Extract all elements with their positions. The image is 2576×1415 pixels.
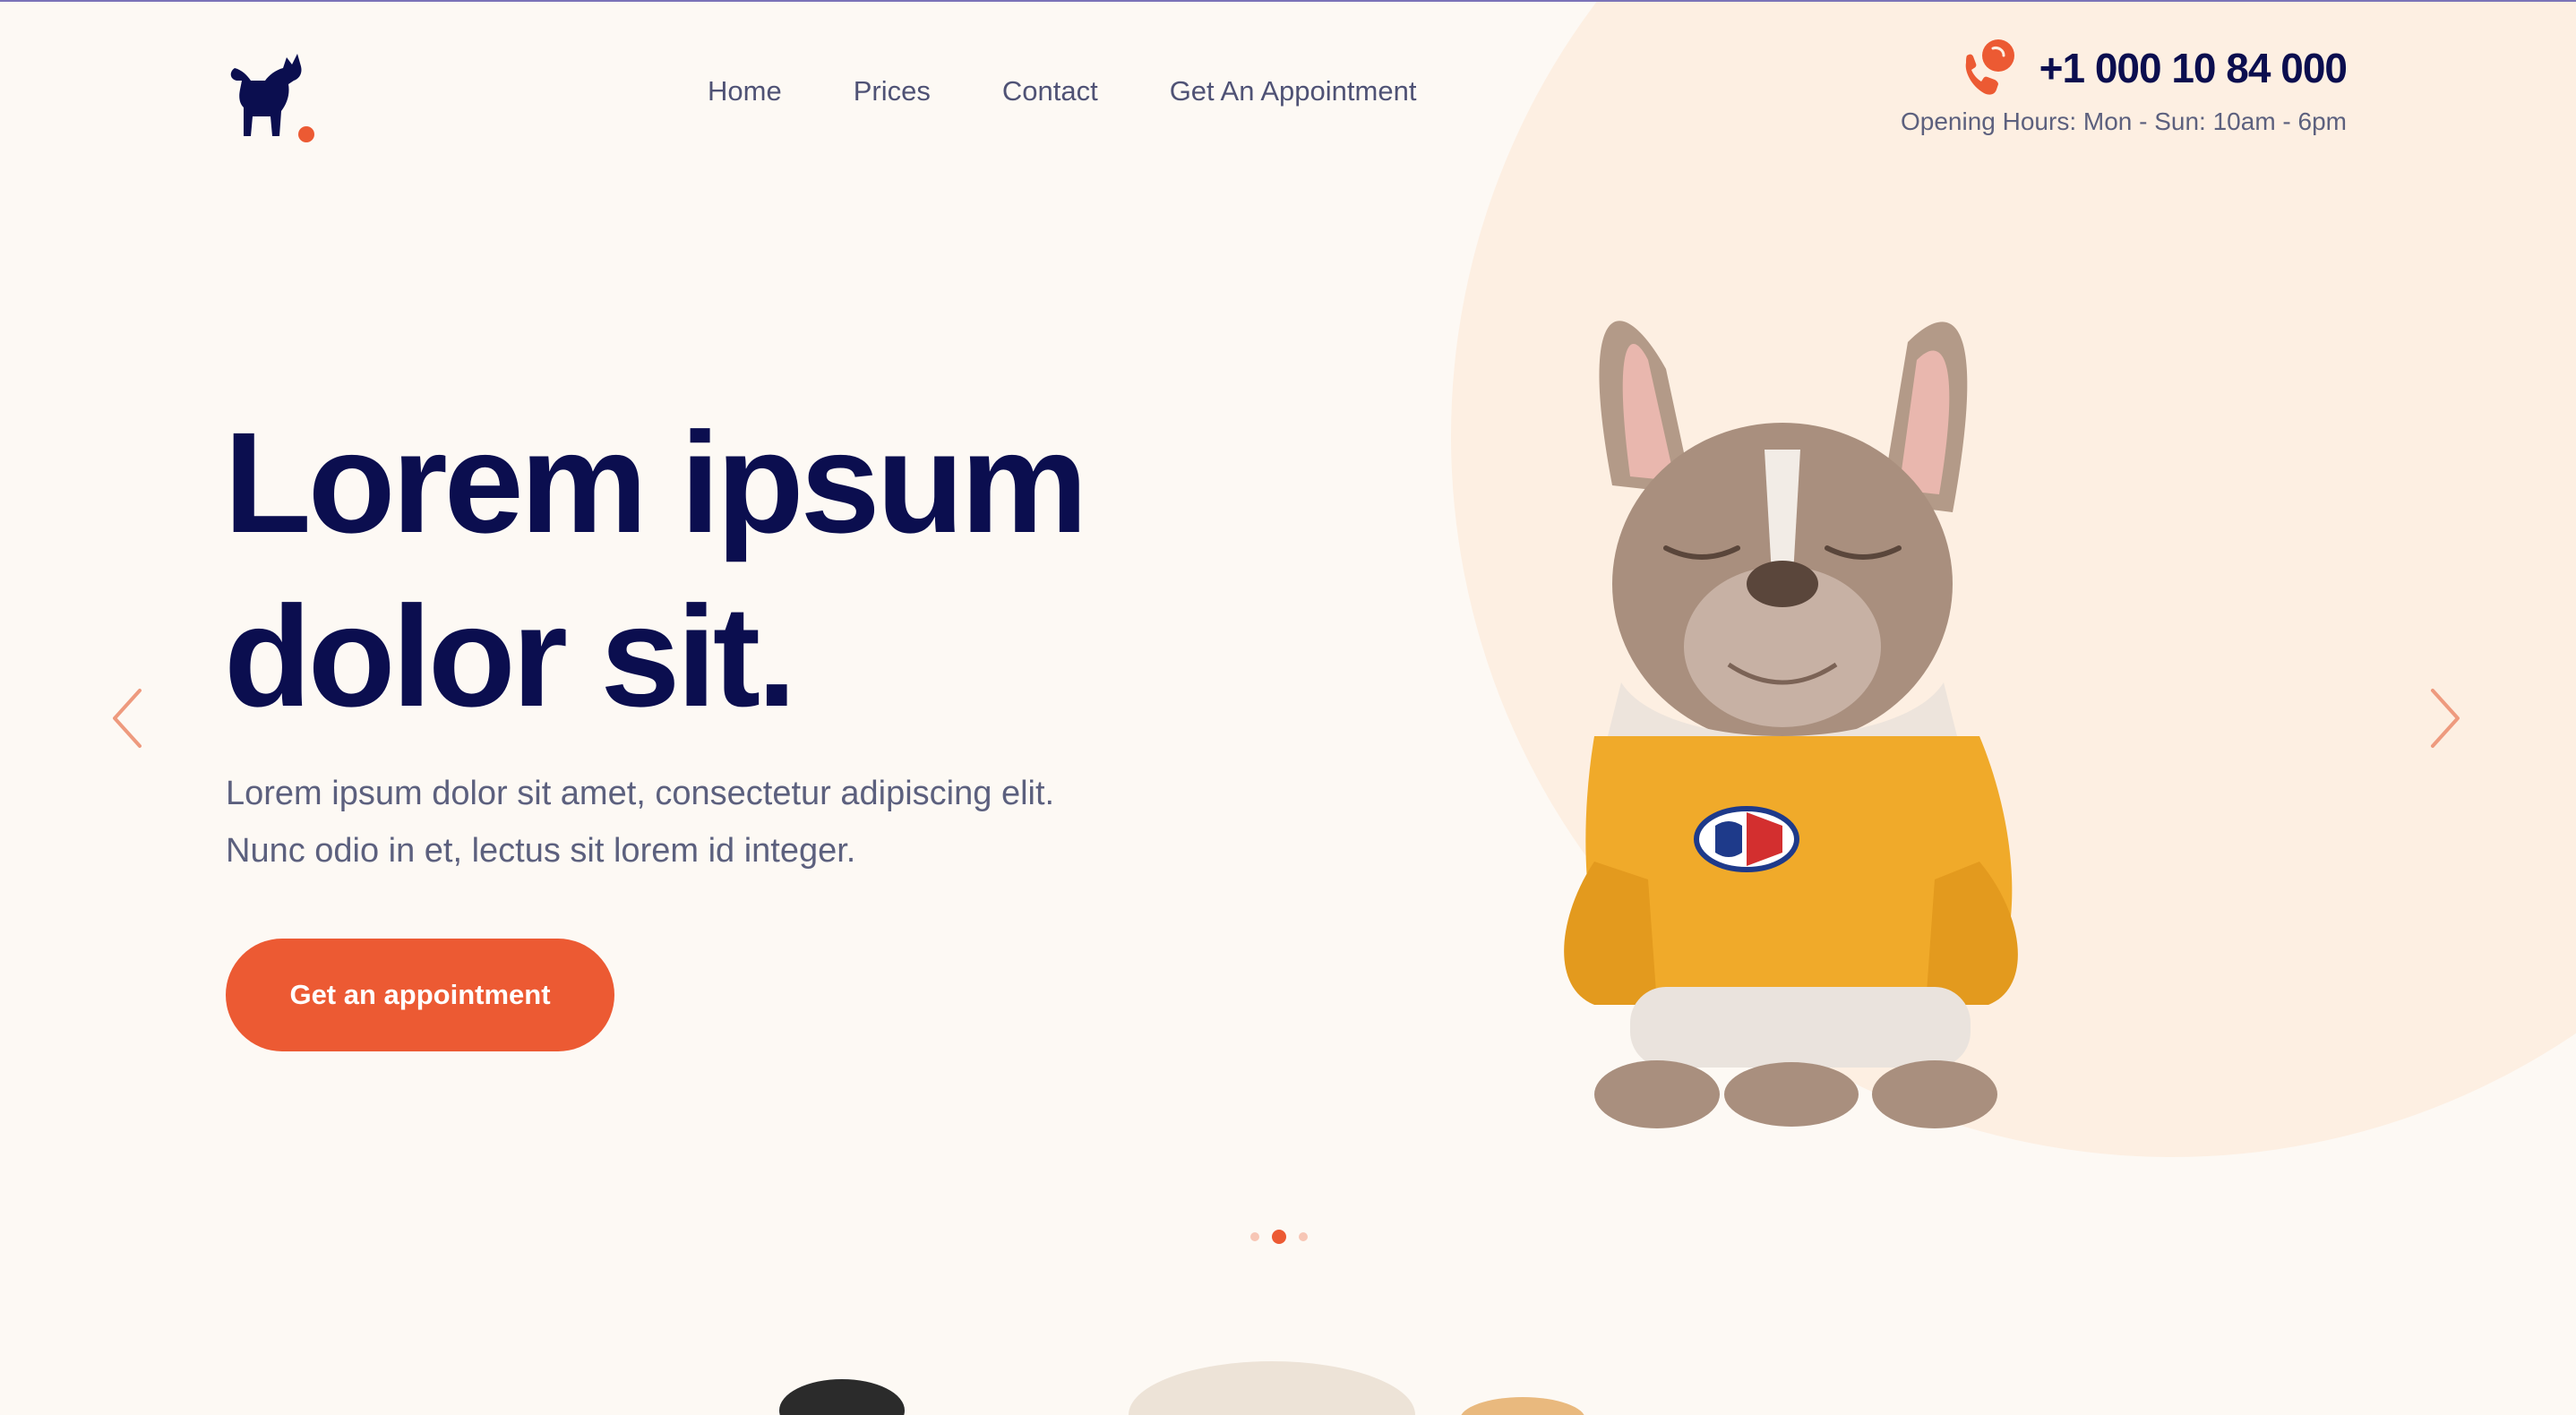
contact-info: +1 000 10 84 000 Opening Hours: Mon - Su… [1900, 36, 2348, 136]
carousel-dot-1[interactable] [1250, 1232, 1259, 1241]
nav-contact[interactable]: Contact [1002, 75, 1098, 107]
landing-page: Home Prices Contact Get An Appointment +… [0, 0, 2576, 1415]
dog-icon[interactable] [224, 48, 317, 145]
next-section-image-3 [1460, 1397, 1585, 1415]
phone-row: +1 000 10 84 000 [1901, 36, 2348, 100]
next-section-image-1 [779, 1379, 905, 1415]
carousel-dot-2[interactable] [1272, 1230, 1286, 1244]
hero-title-line-1: Lorem ipsum [224, 402, 1088, 562]
carousel-dot-3[interactable] [1299, 1232, 1308, 1241]
opening-hours: Opening Hours: Mon - Sun: 10am - 6pm [1900, 107, 2347, 135]
phone-number[interactable]: +1 000 10 84 000 [2039, 44, 2348, 92]
hero-subtitle-line-2: Nunc odio in et, lectus sit lorem id int… [226, 832, 856, 870]
hero-title-line-2: dolor sit. [224, 576, 797, 736]
hero-subtitle: Lorem ipsum dolor sit amet, consectetur … [226, 765, 1390, 879]
next-section-image-2 [1129, 1361, 1415, 1415]
chevron-right-icon[interactable] [2427, 687, 2463, 750]
nav-home[interactable]: Home [708, 75, 782, 107]
nav-appointment[interactable]: Get An Appointment [1170, 75, 1417, 107]
hero-title: Lorem ipsum dolor sit. [224, 396, 1299, 743]
get-appointment-button[interactable]: Get an appointment [226, 939, 614, 1051]
nav-prices[interactable]: Prices [854, 75, 931, 107]
hero-dog-image [1564, 321, 2018, 1128]
phone-icon [1965, 39, 2014, 95]
carousel-dots [1250, 1230, 1308, 1244]
main-nav: Home Prices Contact Get An Appointment [708, 75, 1488, 107]
chevron-left-icon[interactable] [109, 687, 145, 750]
hero-subtitle-line-1: Lorem ipsum dolor sit amet, consectetur … [226, 775, 1055, 812]
